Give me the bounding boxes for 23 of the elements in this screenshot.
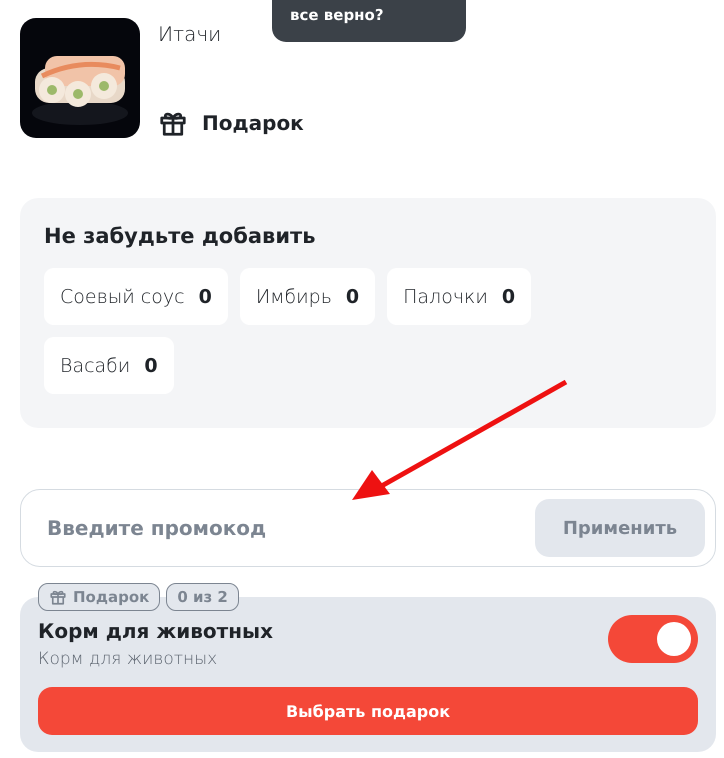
badge-label: 0 из 2 <box>177 588 228 606</box>
gift-title: Корм для животных <box>38 619 274 643</box>
tooltip: все верно? <box>272 0 466 42</box>
addon-chip[interactable]: Палочки 0 <box>387 268 532 325</box>
addon-chip[interactable]: Имбирь 0 <box>240 268 376 325</box>
addon-count: 0 <box>502 286 516 308</box>
gift-label: Подарок <box>202 111 304 135</box>
product-name: Итачи <box>158 22 222 46</box>
addon-name: Васаби <box>60 354 130 376</box>
gift-icon <box>49 588 67 606</box>
addon-chip[interactable]: Соевый соус 0 <box>44 268 228 325</box>
addon-chip[interactable]: Васаби 0 <box>44 337 174 394</box>
addon-name: Имбирь <box>256 286 332 308</box>
addon-count: 0 <box>198 286 212 308</box>
choose-gift-button[interactable]: Выбрать подарок <box>38 687 698 735</box>
toggle-switch[interactable] <box>608 615 698 663</box>
gift-subtitle: Корм для животных <box>38 649 218 669</box>
addon-count: 0 <box>144 354 158 376</box>
addon-name: Соевый соус <box>60 286 185 308</box>
addons-title: Не забудьте добавить <box>44 224 316 248</box>
addon-name: Палочки <box>403 286 488 308</box>
addon-count: 0 <box>346 286 360 308</box>
badge-label: Подарок <box>73 588 150 606</box>
